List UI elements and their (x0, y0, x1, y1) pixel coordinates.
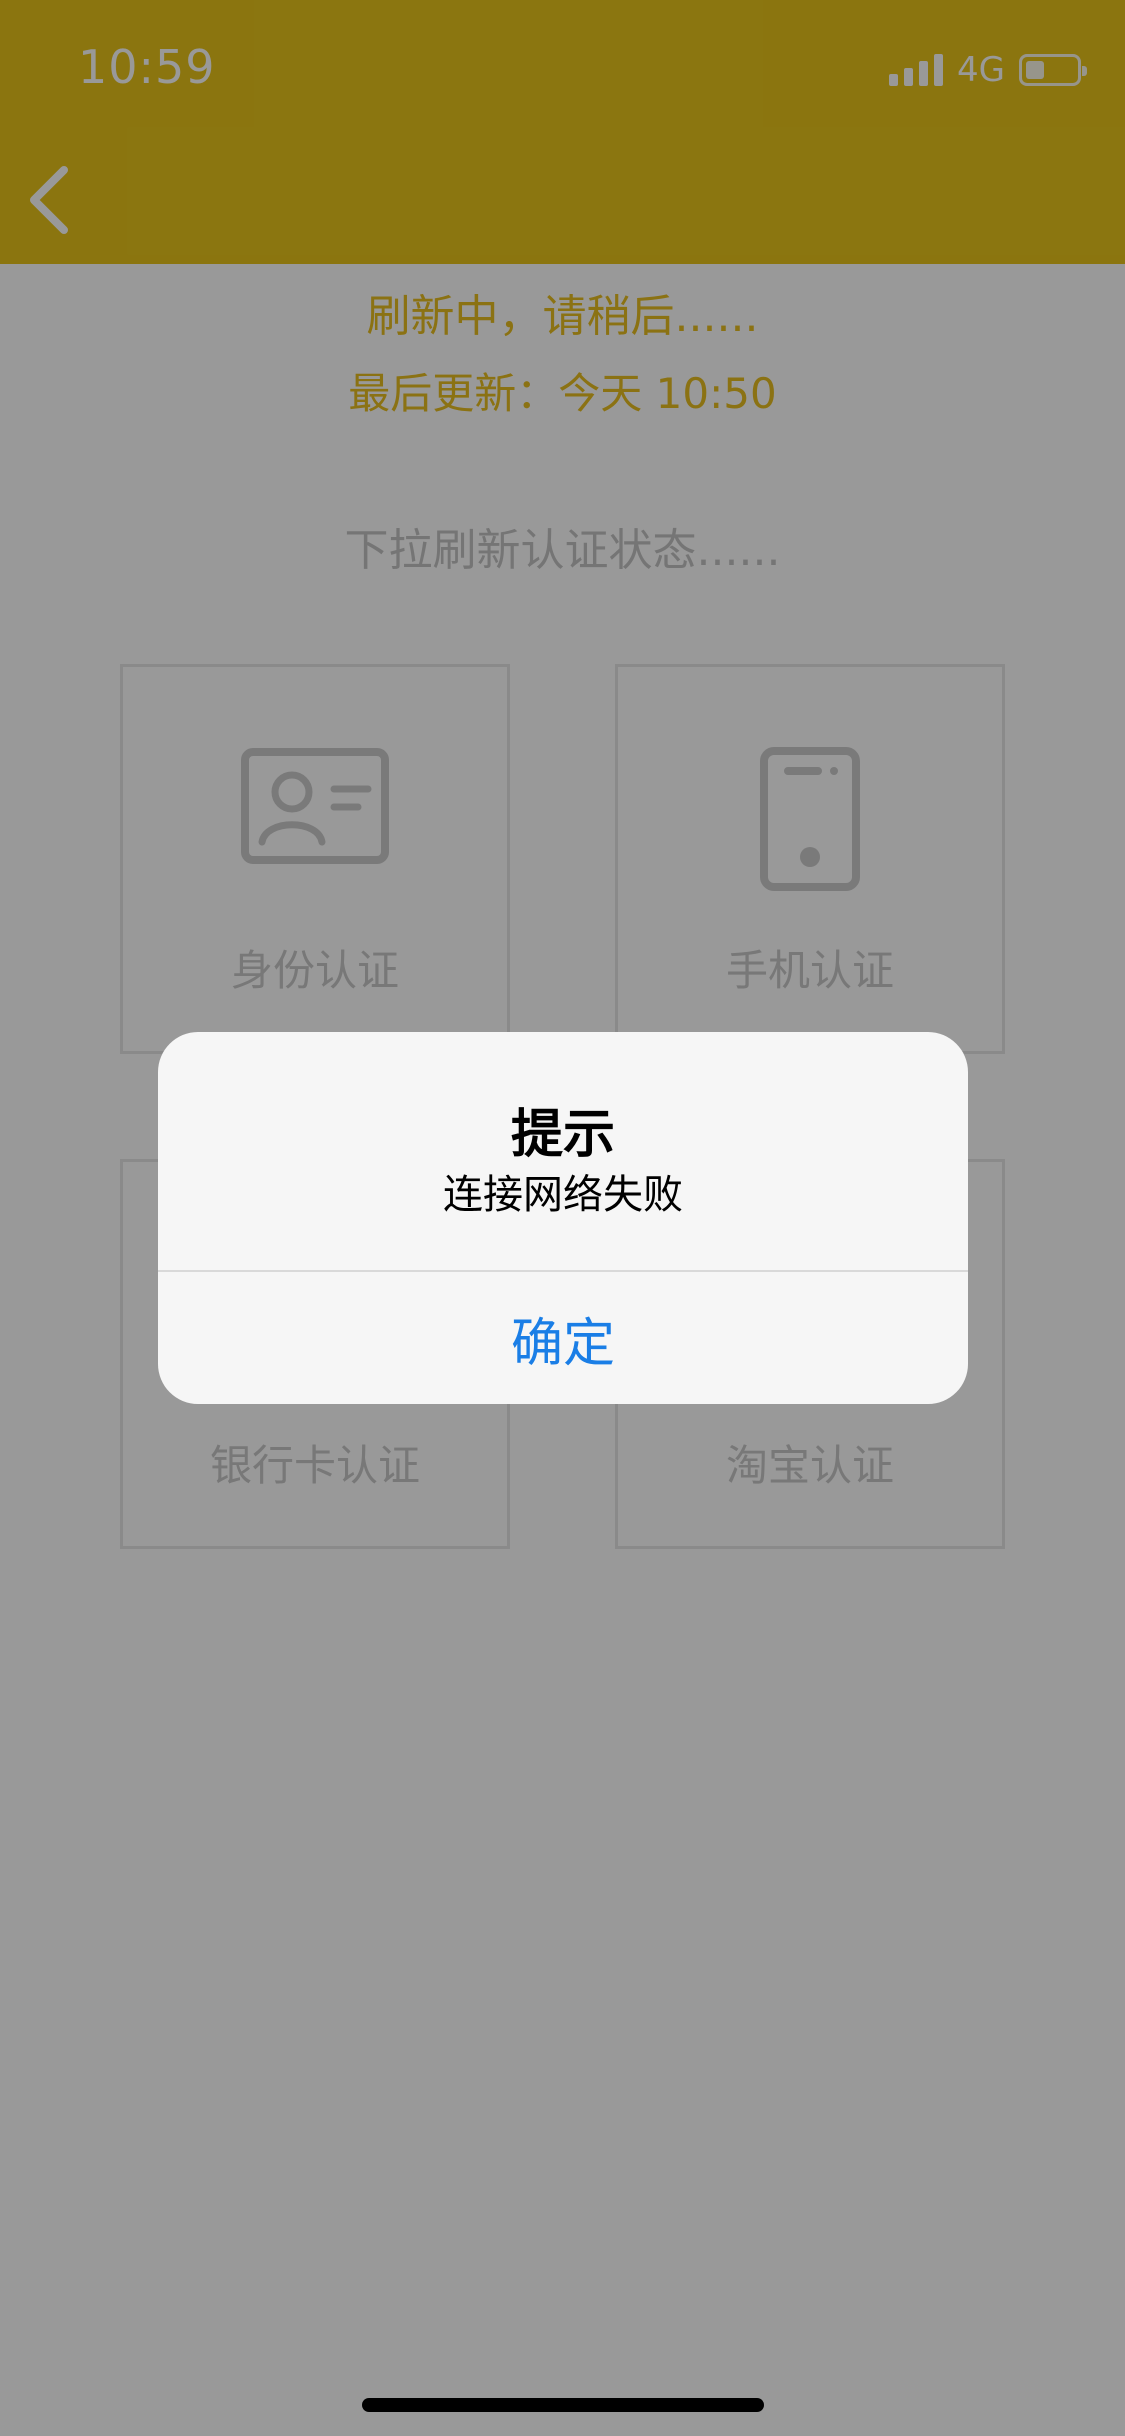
confirm-button[interactable]: 确定 (158, 1272, 968, 1404)
home-indicator[interactable] (362, 2398, 764, 2412)
alert-dialog: 提示 连接网络失败 确定 (158, 1032, 968, 1404)
screen: 10:59 4G 刷新中，请稍后...... 最后更新：今天 10:50 下拉刷… (0, 0, 1125, 2436)
alert-message: 连接网络失败 (443, 1172, 683, 1218)
alert-title: 提示 (510, 1105, 615, 1165)
